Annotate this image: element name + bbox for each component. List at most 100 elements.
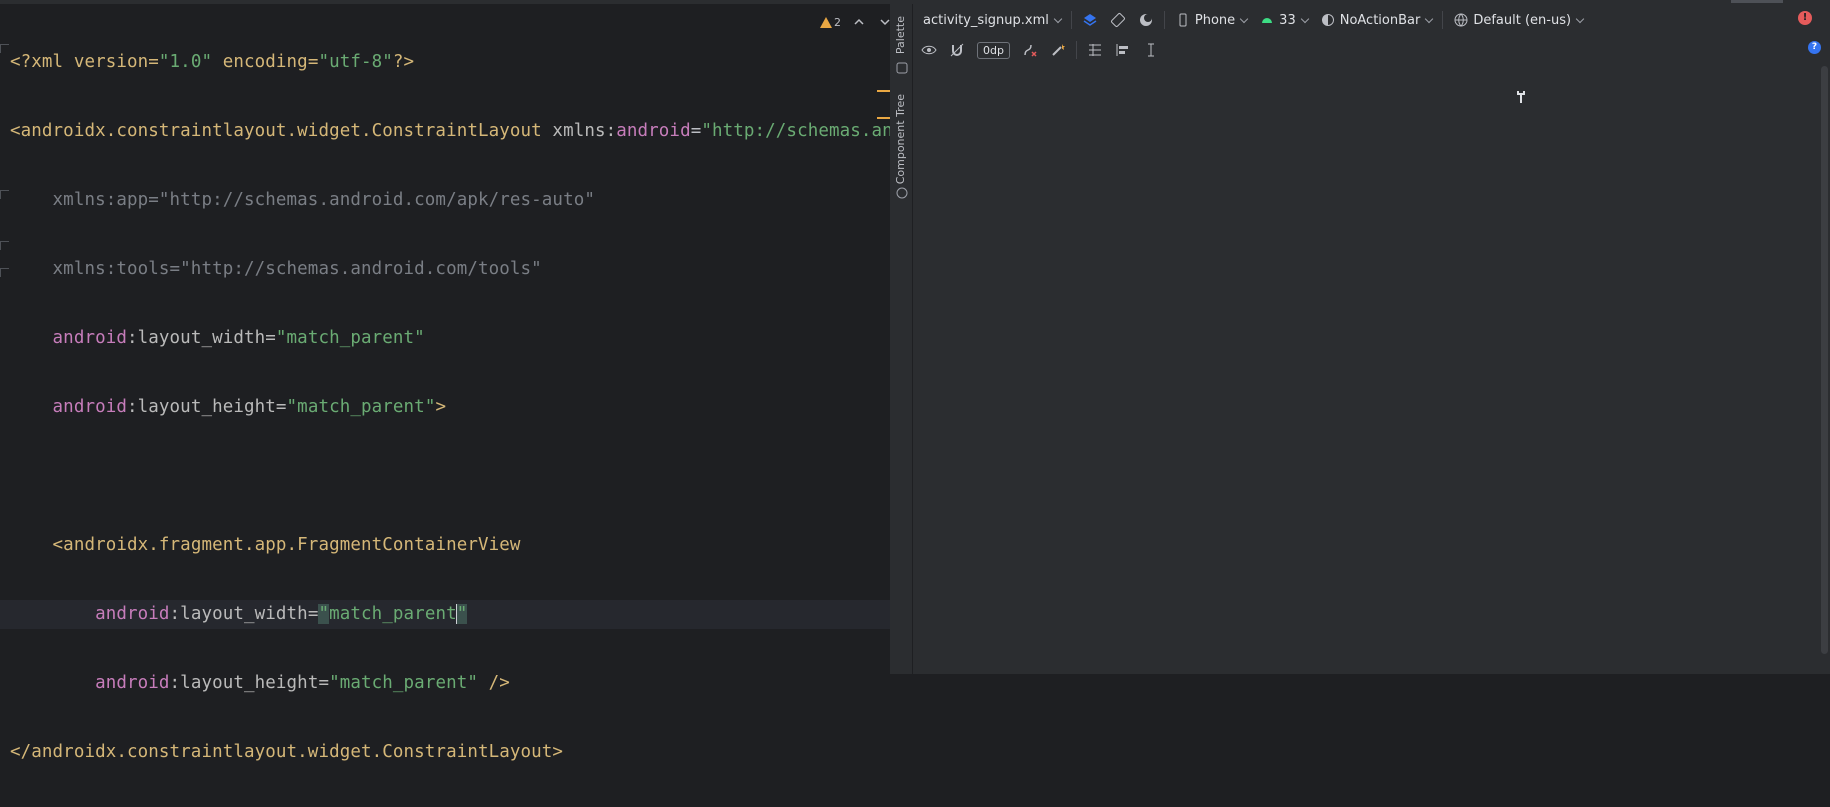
xml-encoding-attr: encoding= bbox=[212, 52, 319, 72]
canvas-scrollbar[interactable] bbox=[1818, 64, 1830, 674]
theme-selector[interactable]: NoActionBar bbox=[1314, 8, 1439, 32]
fold-marker[interactable] bbox=[0, 190, 9, 199]
night-mode-button[interactable] bbox=[1132, 8, 1160, 32]
locale-selector[interactable]: Default (en-us) bbox=[1447, 8, 1589, 32]
api-selector[interactable]: 33 bbox=[1253, 8, 1314, 32]
namespace-android: android bbox=[616, 121, 691, 141]
scrollbar-thumb[interactable] bbox=[1821, 66, 1828, 654]
tag-close: > bbox=[435, 397, 447, 417]
equals: = bbox=[690, 121, 702, 141]
code-line-current: android:layout_width="match_parent" bbox=[0, 600, 890, 629]
rotate-icon bbox=[1110, 13, 1125, 27]
vertical-guideline-icon bbox=[1147, 43, 1154, 57]
component-tree-tab[interactable]: Component Tree bbox=[894, 94, 907, 184]
layout-height-attr: :layout_height= bbox=[127, 397, 287, 417]
fold-marker[interactable] bbox=[0, 44, 9, 53]
component-tree-tab-label: Component Tree bbox=[894, 94, 907, 185]
orientation-button[interactable] bbox=[1104, 8, 1132, 32]
autoconnect-button[interactable] bbox=[943, 38, 971, 62]
constraint-layout-tag: <androidx.constraintlayout.widget.Constr… bbox=[10, 121, 542, 141]
code-line: android:layout_width="match_parent" bbox=[10, 324, 935, 353]
wrench-icon bbox=[1517, 91, 1525, 103]
code-text[interactable]: <?xml version="1.0" encoding="utf-8"?> <… bbox=[0, 8, 935, 807]
fold-marker[interactable] bbox=[0, 241, 9, 250]
xmlns-attr: xmlns: bbox=[541, 121, 617, 141]
theme-label: NoActionBar bbox=[1339, 12, 1421, 28]
android-icon bbox=[1262, 18, 1273, 23]
file-name: activity_signup.xml bbox=[923, 12, 1049, 28]
quote-close: " bbox=[456, 604, 468, 624]
layout-height-value: "match_parent" bbox=[286, 397, 436, 417]
chevron-down-icon bbox=[1300, 14, 1309, 23]
quote-open: " bbox=[318, 604, 330, 624]
chevron-up-icon[interactable] bbox=[851, 14, 867, 30]
design-canvas[interactable] bbox=[913, 64, 1818, 674]
code-line-unused-ns: xmlns:app="http://schemas.android.com/ap… bbox=[10, 190, 595, 210]
layout-height-value: "match_parent" bbox=[329, 673, 478, 693]
warning-icon bbox=[820, 16, 832, 28]
theme-icon bbox=[1321, 14, 1334, 26]
namespace-android: android bbox=[95, 673, 170, 693]
inspection-widget[interactable]: 2 bbox=[820, 14, 893, 30]
separator bbox=[1075, 41, 1077, 59]
warning-counter[interactable]: 2 bbox=[820, 16, 841, 29]
default-margin-button[interactable]: 0dp bbox=[971, 38, 1016, 62]
code-line: android:layout_height="match_parent" /> bbox=[10, 669, 935, 698]
chevron-down-icon bbox=[1053, 14, 1063, 23]
window-handle[interactable] bbox=[1731, 0, 1783, 3]
separator bbox=[1070, 11, 1072, 29]
code-line-unused-ns: xmlns:tools="http://schemas.android.com/… bbox=[10, 259, 542, 279]
xml-decl-end: ?> bbox=[392, 52, 415, 72]
design-side-toolbar: Palette Component Tree bbox=[892, 4, 913, 674]
api-level: 33 bbox=[1279, 12, 1296, 28]
night-mode-icon bbox=[1139, 14, 1152, 26]
device-label: Phone bbox=[1194, 12, 1236, 28]
warning-marker[interactable] bbox=[877, 90, 890, 92]
warning-count: 2 bbox=[834, 15, 841, 29]
code-line-close: </androidx.constraintlayout.widget.Const… bbox=[10, 742, 564, 762]
magic-wand-icon bbox=[1052, 44, 1065, 56]
layers-icon bbox=[1083, 14, 1097, 26]
design-surface-button[interactable] bbox=[1076, 8, 1104, 32]
device-selector[interactable]: Phone bbox=[1169, 8, 1253, 32]
layout-width-value: "match_parent" bbox=[275, 328, 425, 348]
view-options-button[interactable] bbox=[913, 38, 943, 62]
warning-marker[interactable] bbox=[877, 117, 890, 119]
xml-encoding-value: "utf-8" bbox=[318, 52, 393, 72]
separator bbox=[1163, 11, 1165, 29]
code-editor[interactable]: <?xml version="1.0" encoding="utf-8"?> <… bbox=[0, 4, 935, 762]
align-left-icon bbox=[1116, 44, 1128, 56]
chevron-down-icon bbox=[1425, 14, 1434, 23]
separator bbox=[1442, 11, 1444, 29]
namespace-android: android bbox=[52, 397, 127, 417]
self-close: /> bbox=[478, 673, 510, 693]
palette-tab[interactable]: Palette bbox=[894, 16, 907, 54]
infer-constraints-button[interactable] bbox=[1044, 38, 1072, 62]
namespace-android: android bbox=[95, 604, 170, 624]
code-line: <?xml version="1.0" encoding="utf-8"?> bbox=[10, 48, 935, 77]
component-tree-icon[interactable] bbox=[895, 186, 909, 200]
editor-gutter bbox=[0, 4, 10, 674]
clear-constraints-button[interactable] bbox=[1016, 38, 1044, 62]
guidelines-add-button[interactable] bbox=[1137, 38, 1165, 62]
xml-version-value: "1.0" bbox=[158, 52, 213, 72]
code-line: <androidx.fragment.app.FragmentContainer… bbox=[10, 531, 935, 560]
xml-decl: <?xml version= bbox=[10, 52, 159, 72]
layout-width-attr: :layout_width= bbox=[169, 604, 319, 624]
eye-icon bbox=[921, 45, 937, 55]
file-selector[interactable]: activity_signup.xml bbox=[913, 8, 1067, 32]
error-indicator-icon[interactable]: ! bbox=[1798, 11, 1812, 25]
fold-marker[interactable] bbox=[0, 268, 9, 277]
guidelines-icon bbox=[1088, 44, 1101, 56]
align-button[interactable] bbox=[1109, 38, 1137, 62]
guidelines-button[interactable] bbox=[1081, 38, 1109, 62]
design-top-toolbar: activity_signup.xml Phone 33 NoActionBar… bbox=[913, 4, 1830, 36]
palette-icon[interactable] bbox=[895, 61, 909, 75]
help-icon[interactable]: ? bbox=[1808, 41, 1821, 54]
default-margin-value: 0dp bbox=[977, 41, 1010, 59]
